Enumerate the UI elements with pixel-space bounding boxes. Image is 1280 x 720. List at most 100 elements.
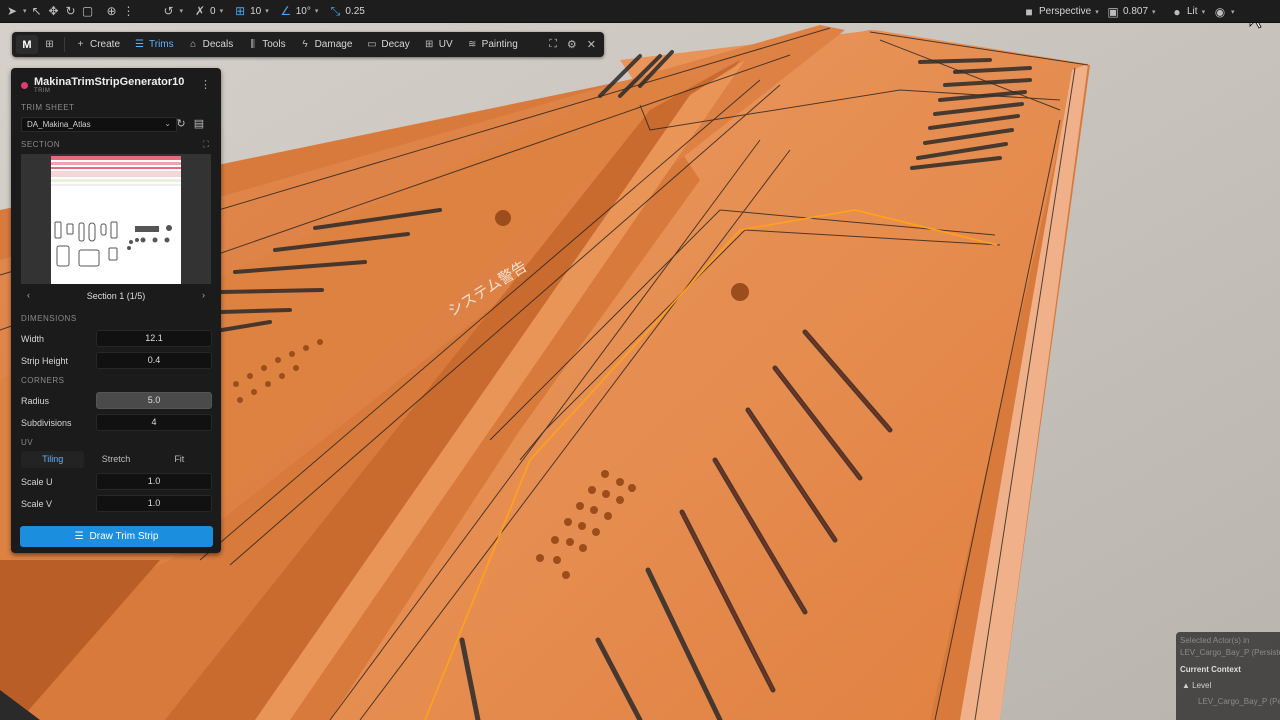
atlas-thumbnail xyxy=(51,156,181,284)
uv-mode-stretch[interactable]: Stretch xyxy=(84,451,147,468)
tab-uv-label: UV xyxy=(438,39,453,50)
chevron-down-icon: ▾ xyxy=(1231,8,1235,16)
tab-painting[interactable]: ≋ Painting xyxy=(460,32,525,57)
scale-v-label: Scale V xyxy=(21,499,53,509)
draw-button-label: Draw Trim Strip xyxy=(89,531,159,542)
camera-speed-dropdown[interactable]: ▣ 0.807 ▾ xyxy=(1106,0,1156,23)
grid-snap-group[interactable]: ⊞ 10 ▾ xyxy=(228,0,274,23)
more-options-icon[interactable]: ⋮ xyxy=(200,78,211,91)
move-icon[interactable]: ✥ xyxy=(47,4,61,18)
close-icon[interactable]: ✕ xyxy=(587,38,596,51)
chevron-down-icon: ▾ xyxy=(1152,8,1156,16)
chevron-down-icon[interactable]: ▾ xyxy=(220,7,224,15)
makina-logo-button[interactable]: M xyxy=(16,35,38,54)
expand-icon[interactable]: ⛶ xyxy=(203,139,209,150)
show-flags-dropdown[interactable]: ◉ ▾ xyxy=(1213,0,1235,23)
top-toolbar: ➤ ▾ ↖ ✥ ↻ ▢ ⊕ ⋮ ↺ ▾ ✗ 0 ▾ ⊞ 10 ▾ ∠ 10° ▾ ⤡ 0.… xyxy=(0,0,1280,23)
sliders-icon: ⫼ xyxy=(250,39,256,50)
lighting-dropdown[interactable]: ● Lit ▾ xyxy=(1170,0,1205,23)
scale-v-field[interactable]: 1.0 xyxy=(96,495,212,512)
lighting-label: Lit xyxy=(1187,6,1198,17)
trim-sheet-dropdown[interactable]: DA_Makina_Atlas ⌄ xyxy=(21,117,177,132)
chevron-down-icon: ▾ xyxy=(1201,8,1206,16)
pointer-icon[interactable]: ↖ xyxy=(30,4,44,18)
trim-sheet-preview[interactable] xyxy=(21,154,211,284)
snap-value[interactable]: 0 xyxy=(210,6,216,17)
tab-trims-label: Trims xyxy=(149,39,174,50)
snap-icon[interactable]: ✗ xyxy=(193,4,207,18)
rotate-snap-group[interactable]: ∠ 10° ▾ xyxy=(274,0,324,23)
tab-uv[interactable]: ⊞ UV xyxy=(417,32,460,57)
uv-mode-fit[interactable]: Fit xyxy=(148,451,211,468)
rotate-snap-value[interactable]: 10° xyxy=(296,6,311,17)
coord-group[interactable]: ⊕ ⋮ xyxy=(100,0,141,23)
radius-field[interactable]: 5.0 xyxy=(96,392,212,409)
scale-u-label: Scale U xyxy=(21,477,53,487)
scale-icon[interactable]: ▢ xyxy=(81,4,95,18)
tab-decals[interactable]: ⌂ Decals xyxy=(181,32,241,57)
subdivisions-field[interactable]: 4 xyxy=(96,414,212,431)
rotate-icon[interactable]: ↻ xyxy=(64,4,78,18)
browse-folder-icon[interactable]: ▤ xyxy=(192,117,206,131)
section-navigator: ‹ Section 1 (1/5) › xyxy=(21,290,211,304)
chevron-down-icon[interactable]: ▾ xyxy=(265,7,269,15)
atlas-image xyxy=(51,156,181,267)
strip-height-field[interactable]: 0.4 xyxy=(96,352,212,369)
grid-snap-value[interactable]: 10 xyxy=(250,6,261,17)
trim-sheet-value: DA_Makina_Atlas xyxy=(27,120,91,129)
apps-grid-button[interactable]: ⊞ xyxy=(38,32,61,57)
plus-icon: + xyxy=(77,39,84,50)
chevron-down-icon: ▾ xyxy=(1095,8,1099,16)
surface-snap-group[interactable]: ↺ ▾ xyxy=(157,0,189,23)
width-field[interactable]: 12.1 xyxy=(96,330,212,347)
list-icon: ☰ xyxy=(135,39,144,50)
level-value: LEV_Cargo_Bay_P (Persistent) xyxy=(1198,697,1280,706)
chevron-down-icon[interactable]: ▾ xyxy=(23,7,27,15)
scale-snap-group[interactable]: ⤡ 0.25 xyxy=(323,0,369,23)
current-context-label: Current Context xyxy=(1180,665,1241,674)
bolt-icon: ϟ xyxy=(302,39,308,50)
tab-damage[interactable]: ϟ Damage xyxy=(293,32,360,57)
tab-painting-label: Painting xyxy=(481,39,518,50)
scale-u-field[interactable]: 1.0 xyxy=(96,473,212,490)
snap-toggle-group[interactable]: ✗ 0 ▾ xyxy=(188,0,228,23)
subdivisions-label: Subdivisions xyxy=(21,418,72,428)
scale-snap-icon[interactable]: ⤡ xyxy=(328,4,342,18)
chevron-right-icon[interactable]: › xyxy=(202,290,205,300)
chevron-down-icon[interactable]: ▾ xyxy=(180,7,184,15)
tab-tools-label: Tools xyxy=(262,39,286,50)
level-row[interactable]: ▲ Level xyxy=(1182,681,1211,690)
select-mode-group[interactable]: ➤ ▾ ↖ ✥ ↻ ▢ xyxy=(0,0,100,23)
uv-mode-tiling[interactable]: Tiling xyxy=(21,451,85,468)
chevron-down-icon[interactable]: ▾ xyxy=(315,7,319,15)
panel-subtitle: TRIM xyxy=(34,88,51,94)
draw-trim-strip-button[interactable]: ☰ Draw Trim Strip xyxy=(20,526,213,547)
select-arrow-icon[interactable]: ➤ xyxy=(5,4,19,18)
globe-icon[interactable]: ⊕ xyxy=(105,4,119,18)
eye-icon: ◉ xyxy=(1214,4,1226,19)
surface-snap-icon[interactable]: ↺ xyxy=(162,4,176,18)
scale-snap-value[interactable]: 0.25 xyxy=(345,6,364,17)
frame-icon: ▭ xyxy=(367,39,377,50)
section-nav-label: Section 1 (1/5) xyxy=(86,291,146,301)
refresh-icon[interactable]: ↻ xyxy=(174,117,188,131)
more-options-icon[interactable]: ⋮ xyxy=(122,4,136,18)
tab-trims[interactable]: ☰ Trims xyxy=(127,32,181,57)
tab-tools[interactable]: ⫼ Tools xyxy=(240,32,292,57)
tab-damage-label: Damage xyxy=(314,39,353,50)
tab-decay[interactable]: ▭ Decay xyxy=(359,32,416,57)
rotate-snap-icon[interactable]: ∠ xyxy=(279,4,293,18)
strip-height-label: Strip Height xyxy=(21,356,69,366)
gear-icon[interactable]: ⚙ xyxy=(567,38,577,51)
chevron-down-icon: ⌄ xyxy=(164,119,171,128)
grid-snap-icon[interactable]: ⊞ xyxy=(233,4,247,18)
tab-decay-label: Decay xyxy=(381,39,410,50)
view-mode-dropdown[interactable]: ■ Perspective ▾ xyxy=(1022,0,1099,23)
section-label: SECTION xyxy=(21,140,61,149)
selected-actors-line2: LEV_Cargo_Bay_P (Persistent) xyxy=(1180,648,1280,657)
fullscreen-icon[interactable]: ⛶ xyxy=(549,38,557,51)
tab-create[interactable]: + Create xyxy=(68,32,127,57)
uv-mode-selector: Tiling Stretch Fit xyxy=(21,451,211,468)
tag-icon: ⌂ xyxy=(190,39,197,50)
dimensions-label: DIMENSIONS xyxy=(21,314,77,323)
